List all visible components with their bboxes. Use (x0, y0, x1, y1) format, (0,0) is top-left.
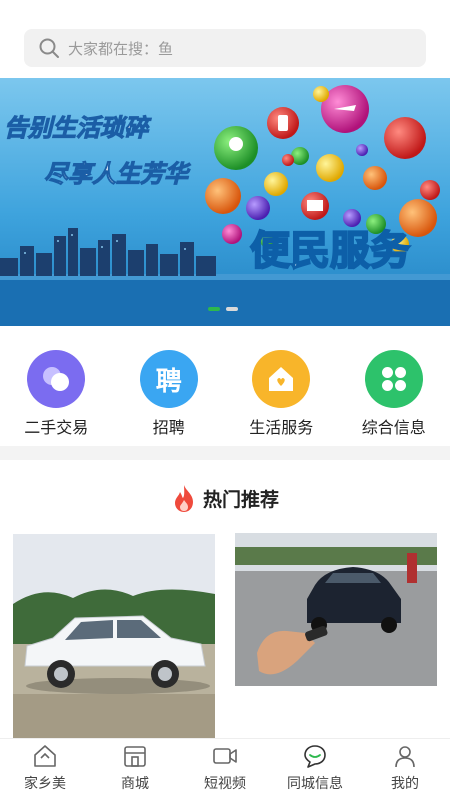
unionpay-ball-icon (384, 117, 426, 159)
carousel-indicator (208, 307, 238, 311)
promo-banner[interactable]: 告别生活琐碎 尽享人生芳华 便民服务 (0, 78, 450, 326)
hot-recommend-header: 热门推荐 (0, 472, 450, 524)
section-divider (0, 446, 450, 460)
video-icon (213, 748, 237, 764)
category-label: 生活服务 (249, 418, 314, 437)
category-life-service[interactable]: 生活服务 (225, 326, 338, 446)
section-title: 热门推荐 (202, 488, 279, 511)
tab-local-info[interactable]: 同城信息 (270, 739, 360, 800)
carousel-dot[interactable] (226, 307, 238, 311)
category-recruit[interactable]: 聘 招聘 (113, 326, 226, 446)
carousel-dot-active[interactable] (208, 307, 220, 311)
tab-short-video[interactable]: 短视频 (180, 739, 270, 800)
category-secondhand[interactable]: 二手交易 (0, 326, 113, 446)
search-bar: 大家都在搜：鱼 (0, 0, 450, 78)
recruit-icon: 聘 (139, 350, 198, 408)
tab-label: 商城 (121, 776, 149, 792)
tab-label: 家乡美 (24, 776, 66, 792)
search-icon (39, 38, 59, 58)
tab-mine[interactable]: 我的 (360, 739, 450, 800)
tab-home[interactable]: 家乡美 (0, 739, 90, 800)
house-icon (252, 350, 311, 408)
tab-label: 我的 (391, 776, 419, 792)
tab-mall[interactable]: 商城 (90, 739, 180, 800)
clover-icon (364, 350, 423, 408)
category-grid: 二手交易 聘 招聘 生活服务 综合信息 (0, 326, 450, 446)
category-label: 招聘 (152, 418, 185, 437)
chat-icon (304, 745, 326, 768)
category-label: 综合信息 (361, 418, 426, 437)
bottom-tab-bar: 家乡美 商城 短视频 同城信息 我的 (0, 738, 450, 800)
tab-label: 同城信息 (287, 776, 343, 792)
home-icon (34, 745, 56, 767)
two-circles-icon (27, 350, 86, 408)
banner-illustration: 告别生活琐碎 尽享人生芳华 便民服务 (0, 85, 450, 326)
search-input[interactable]: 大家都在搜：鱼 (24, 29, 426, 67)
shop-icon (124, 746, 146, 767)
profile-icon (395, 746, 415, 768)
category-general-info[interactable]: 综合信息 (338, 326, 450, 446)
banner-title: 便民服务 (250, 228, 410, 274)
category-label: 二手交易 (24, 418, 89, 437)
product-card-black-car[interactable] (235, 533, 437, 686)
banner-slogan-1: 告别生活琐碎 (4, 113, 152, 142)
black-car-photo (235, 533, 437, 686)
fire-icon (174, 485, 193, 512)
banner-slogan-2: 尽享人生芳华 (44, 159, 191, 188)
white-car-photo (13, 534, 215, 738)
search-placeholder: 大家都在搜：鱼 (68, 39, 174, 58)
product-card-white-car[interactable] (13, 534, 215, 738)
tab-label: 短视频 (204, 776, 246, 792)
smiley-ball-icon (316, 154, 344, 182)
